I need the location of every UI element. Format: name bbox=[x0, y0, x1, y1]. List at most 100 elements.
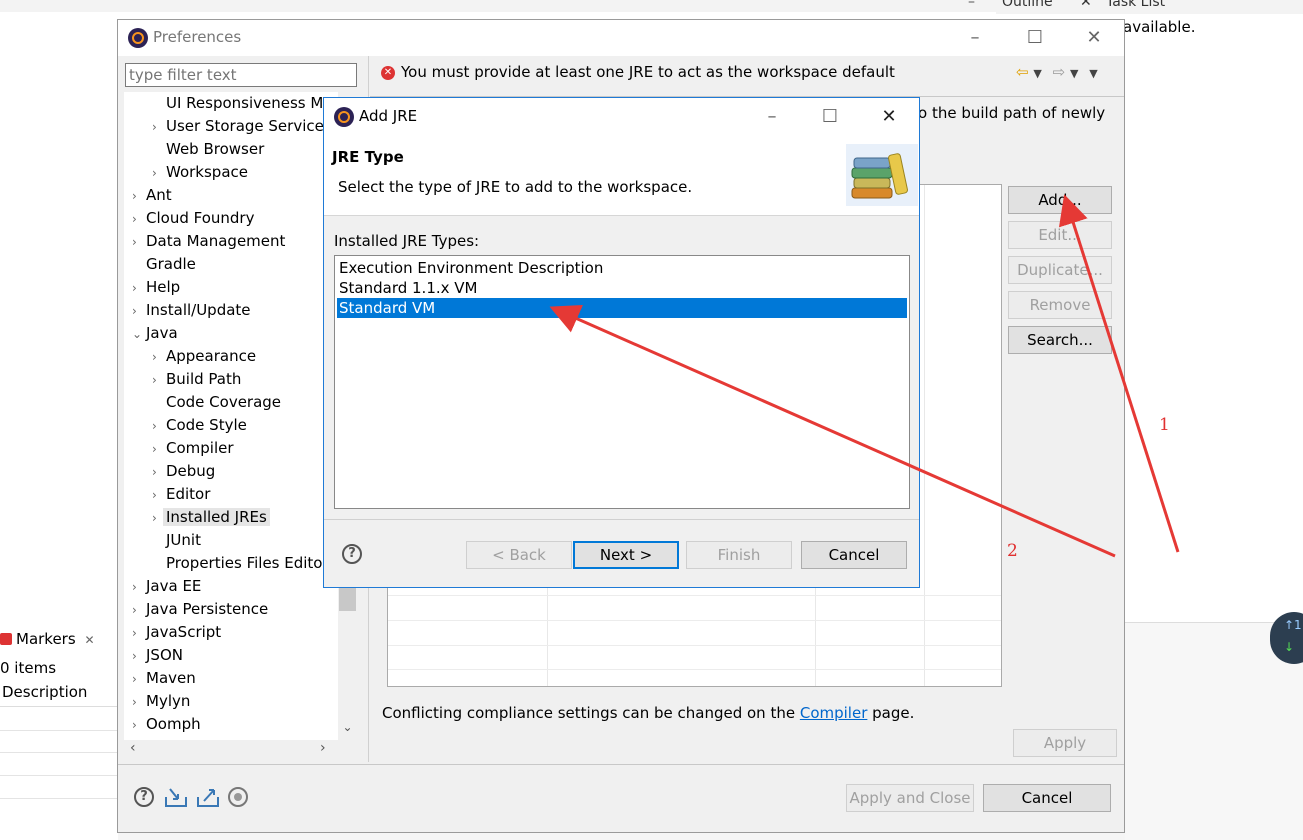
tree-item[interactable]: › JSON bbox=[132, 644, 183, 667]
add-jre-title-bar: Add JRE – ☐ ✕ bbox=[324, 98, 919, 136]
tree-item[interactable]: › Compiler bbox=[152, 437, 234, 460]
chevron-right-icon[interactable]: › bbox=[132, 645, 146, 668]
tree-item[interactable]: UI Responsiveness M bbox=[152, 92, 323, 115]
chevron-left-icon[interactable]: ‹ bbox=[130, 740, 136, 756]
installed-jre-types-label: Installed JRE Types: bbox=[334, 232, 480, 250]
chevron-right-icon[interactable]: › bbox=[132, 622, 146, 645]
tree-item[interactable]: › Code Style bbox=[152, 414, 247, 437]
duplicate-button[interactable]: Duplicate... bbox=[1008, 256, 1112, 284]
tree-item[interactable]: › Debug bbox=[152, 460, 215, 483]
filter-input[interactable] bbox=[125, 63, 357, 87]
tree-item[interactable]: › Appearance bbox=[152, 345, 256, 368]
tree-item[interactable]: › Java Persistence bbox=[132, 598, 268, 621]
apply-and-close-button[interactable]: Apply and Close bbox=[846, 784, 974, 812]
tree-item[interactable]: › Build Path bbox=[152, 368, 241, 391]
preferences-tree[interactable]: UI Responsiveness M › User Storage Service… bbox=[124, 92, 338, 740]
export-icon[interactable] bbox=[196, 787, 220, 809]
tree-item[interactable]: Web Browser bbox=[152, 138, 264, 161]
add-button[interactable]: Add... bbox=[1008, 186, 1112, 214]
apply-button[interactable]: Apply bbox=[1013, 729, 1117, 757]
tree-item[interactable]: › Install/Update bbox=[132, 299, 251, 322]
chevron-right-icon[interactable]: › bbox=[132, 668, 146, 691]
maximize-icon[interactable]: ☐ bbox=[1020, 26, 1050, 50]
tree-item[interactable]: › Ant bbox=[132, 184, 172, 207]
back-button[interactable]: < Back bbox=[466, 541, 572, 569]
minimize-icon[interactable]: – bbox=[757, 105, 787, 129]
next-button[interactable]: Next > bbox=[573, 541, 679, 569]
tree-item[interactable]: › Cloud Foundry bbox=[132, 207, 254, 230]
tree-item[interactable]: ⌄ Java bbox=[132, 322, 178, 345]
chevron-right-icon[interactable]: › bbox=[320, 740, 326, 756]
compiler-link[interactable]: Compiler bbox=[800, 704, 868, 722]
tree-item[interactable]: › Editor bbox=[152, 483, 210, 506]
remove-button[interactable]: Remove bbox=[1008, 291, 1112, 319]
tree-item[interactable]: › Maven bbox=[132, 667, 196, 690]
import-icon[interactable] bbox=[164, 787, 188, 809]
chevron-right-icon[interactable]: › bbox=[132, 231, 146, 254]
markers-tab[interactable]: Markers ✕ bbox=[0, 630, 95, 656]
cancel-button[interactable]: Cancel bbox=[983, 784, 1111, 812]
tree-item[interactable]: › Workspace bbox=[152, 161, 248, 184]
close-icon[interactable]: ✕ bbox=[84, 633, 94, 647]
chevron-right-icon[interactable]: › bbox=[152, 162, 166, 185]
close-icon[interactable]: ✕ bbox=[874, 105, 904, 129]
chevron-down-icon[interactable]: ⌄ bbox=[338, 720, 357, 740]
help-icon[interactable]: ? bbox=[134, 787, 154, 807]
chevron-right-icon[interactable]: › bbox=[132, 691, 146, 714]
chevron-right-icon[interactable]: › bbox=[132, 714, 146, 737]
chevron-right-icon[interactable]: › bbox=[132, 300, 146, 323]
chevron-right-icon[interactable]: › bbox=[132, 576, 146, 599]
row-divider bbox=[388, 595, 1001, 596]
wizard-page-title: JRE Type bbox=[332, 148, 404, 166]
tree-horizontal-scrollbar[interactable]: ‹ › bbox=[124, 740, 357, 760]
list-item[interactable]: Execution Environment Description bbox=[337, 258, 907, 278]
tree-item[interactable]: Properties Files Edito bbox=[152, 552, 322, 575]
chevron-right-icon[interactable]: › bbox=[132, 185, 146, 208]
chevron-down-icon: ▼ bbox=[1033, 67, 1042, 80]
chevron-right-icon[interactable]: › bbox=[152, 438, 166, 461]
tree-item[interactable]: › JavaScript bbox=[132, 621, 221, 644]
workbench-minimize-icon[interactable]: – bbox=[968, 0, 975, 10]
help-icon[interactable]: ? bbox=[342, 544, 362, 564]
task-list-tab[interactable]: Task List bbox=[1106, 0, 1165, 10]
tree-item[interactable]: › Oomph bbox=[132, 713, 201, 736]
chevron-down-icon[interactable]: ⌄ bbox=[132, 323, 146, 346]
tree-item[interactable]: › Help bbox=[132, 276, 180, 299]
wizard-header: JRE Type Select the type of JRE to add t… bbox=[324, 136, 919, 216]
list-item[interactable]: Standard 1.1.x VM bbox=[337, 278, 907, 298]
markers-description-column[interactable]: Description bbox=[0, 683, 118, 707]
tree-scroll-thumb[interactable] bbox=[339, 585, 356, 611]
jre-types-list[interactable]: Execution Environment Description Standar… bbox=[334, 255, 910, 509]
tree-item[interactable]: › User Storage Service bbox=[152, 115, 324, 138]
minimize-icon[interactable]: – bbox=[960, 26, 990, 50]
record-icon[interactable] bbox=[228, 787, 248, 807]
close-icon[interactable]: ✕ bbox=[1079, 26, 1109, 50]
search-button[interactable]: Search... bbox=[1008, 326, 1112, 354]
tree-item[interactable]: JUnit bbox=[152, 529, 201, 552]
list-item[interactable]: Standard VM bbox=[337, 298, 907, 318]
maximize-icon[interactable]: ☐ bbox=[815, 105, 845, 129]
cancel-button[interactable]: Cancel bbox=[801, 541, 907, 569]
tree-item[interactable]: Code Coverage bbox=[152, 391, 281, 414]
chevron-right-icon[interactable]: › bbox=[132, 208, 146, 231]
edit-button[interactable]: Edit... bbox=[1008, 221, 1112, 249]
tree-item[interactable]: › Java EE bbox=[132, 575, 201, 598]
finish-button[interactable]: Finish bbox=[686, 541, 792, 569]
tree-item[interactable]: › Data Management bbox=[132, 230, 285, 253]
close-icon[interactable]: ✕ bbox=[1080, 0, 1092, 10]
error-message: You must provide at least one JRE to act… bbox=[401, 63, 895, 81]
chevron-right-icon[interactable]: › bbox=[152, 346, 166, 369]
chevron-right-icon[interactable]: › bbox=[152, 369, 166, 392]
chevron-right-icon[interactable]: › bbox=[152, 415, 166, 438]
history-navigation[interactable]: ⇦ ▼ ⇨ ▼ ▼ bbox=[1016, 63, 1098, 81]
chevron-right-icon[interactable]: › bbox=[152, 116, 166, 139]
tree-item[interactable]: Gradle bbox=[132, 253, 196, 276]
outline-tab[interactable]: Outline bbox=[1002, 0, 1053, 10]
chevron-right-icon[interactable]: › bbox=[152, 461, 166, 484]
chevron-right-icon[interactable]: › bbox=[132, 599, 146, 622]
chevron-right-icon[interactable]: › bbox=[152, 484, 166, 507]
tree-item[interactable]: › Mylyn bbox=[132, 690, 190, 713]
tree-item[interactable]: › Installed JREs bbox=[152, 506, 270, 529]
chevron-right-icon[interactable]: › bbox=[132, 277, 146, 300]
dialog-footer-divider bbox=[324, 519, 919, 520]
